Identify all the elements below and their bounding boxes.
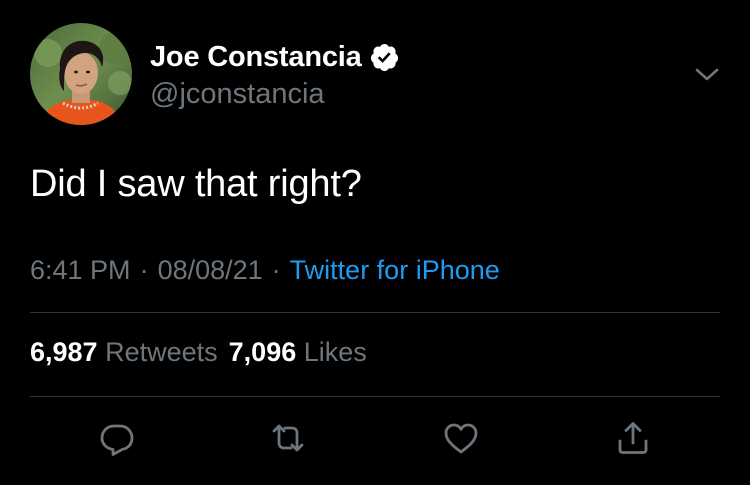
tweet-meta: 6:41 PM · 08/08/21 · Twitter for iPhone [30, 255, 500, 286]
verified-badge-icon [369, 42, 400, 73]
avatar-image [30, 23, 132, 125]
retweets-label: Retweets [105, 337, 218, 367]
retweet-icon[interactable] [268, 418, 308, 458]
divider [30, 396, 720, 397]
tweet-stats: 6,987 Retweets 7,096 Likes [30, 337, 367, 368]
reply-icon[interactable] [97, 418, 137, 458]
share-icon[interactable] [613, 418, 653, 458]
author-handle[interactable]: @jconstancia [150, 78, 325, 111]
likes-stat[interactable]: 7,096 Likes [229, 337, 367, 367]
chevron-down-icon[interactable] [691, 62, 723, 88]
likes-label: Likes [303, 337, 367, 367]
avatar[interactable] [30, 23, 132, 125]
retweets-stat[interactable]: 6,987 Retweets [30, 337, 218, 367]
tweet-actions [0, 418, 750, 458]
tweet-time[interactable]: 6:41 PM [30, 255, 131, 285]
divider [30, 312, 720, 313]
likes-count: 7,096 [228, 337, 297, 367]
retweets-count: 6,987 [30, 337, 98, 367]
author-display-name[interactable]: Joe Constancia [150, 41, 362, 74]
tweet-date[interactable]: 08/08/21 [158, 255, 263, 285]
author-name-row: Joe Constancia [150, 39, 400, 75]
tweet-text: Did I saw that right? [30, 163, 362, 205]
meta-separator: · [139, 255, 149, 285]
meta-separator: · [271, 255, 281, 285]
heart-icon[interactable] [441, 418, 481, 458]
tweet-source-link[interactable]: Twitter for iPhone [290, 255, 500, 285]
